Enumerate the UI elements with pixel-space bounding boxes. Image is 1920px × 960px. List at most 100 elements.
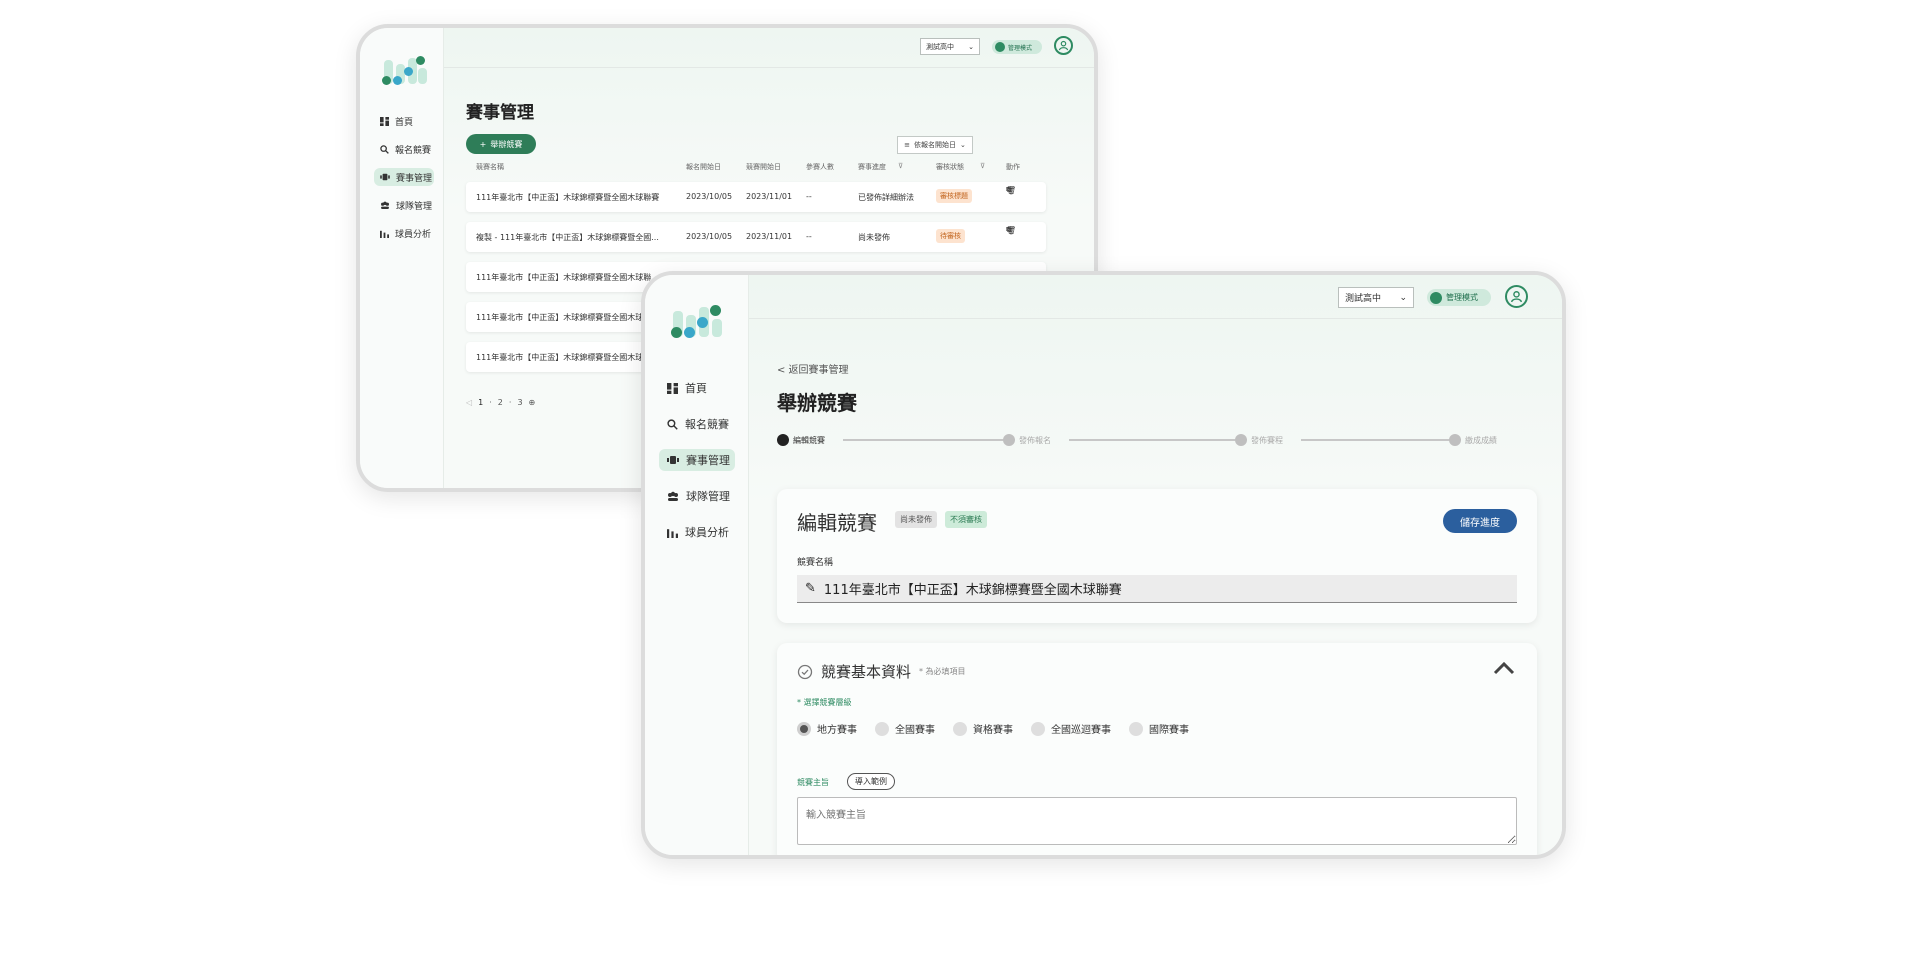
sidebar-item-label: 首頁 (395, 117, 414, 128)
search-icon (380, 144, 389, 154)
page-title: 舉辦競賽 (777, 391, 857, 415)
step-dot (1235, 434, 1247, 446)
radio-national[interactable]: 全國賽事 (875, 721, 935, 736)
competition-name-field[interactable]: ✎ 111年臺北市【中正盃】木球錦標賽暨全國木球聯賽 (797, 575, 1517, 603)
competition-name-value: 111年臺北市【中正盃】木球錦標賽暨全國木球聯賽 (823, 583, 1122, 598)
sidebar-item-label: 球隊管理 (686, 490, 730, 503)
chevron-down-icon: ⌄ (1399, 292, 1407, 303)
dashboard-icon (380, 116, 389, 126)
radio-international[interactable]: 國際賽事 (1129, 721, 1189, 736)
step-dot (1003, 434, 1015, 446)
school-select[interactable]: 測試高中 ⌄ (1338, 287, 1414, 308)
step-connector (1301, 439, 1449, 441)
radio-qualifier[interactable]: 資格賽事 (953, 721, 1013, 736)
page-3[interactable]: 3 (517, 398, 522, 407)
school-select-value: 測試高中 (926, 42, 954, 51)
sidebar-item-home[interactable]: 首頁 (659, 377, 735, 399)
chevron-down-icon: ⌄ (960, 141, 966, 149)
sidebar: 首頁 報名競賽 賽事管理 球隊管理 球員分析 (645, 275, 749, 855)
progress-stepper: 編輯競賽 發佈報名 發佈賽程 繳成成績 (777, 433, 1497, 447)
row-signup: 2023/10/05 (686, 192, 733, 201)
host-input[interactable] (797, 797, 1517, 845)
page-current[interactable]: 1 (478, 398, 483, 407)
required-note: * 為必填項目 (919, 667, 966, 676)
sidebar-item-label: 賽事管理 (396, 173, 433, 184)
avatar[interactable] (1054, 36, 1073, 55)
radio-label: 全國賽事 (895, 725, 935, 736)
table-row[interactable]: 111年臺北市【中正盃】木球錦標賽暨全國木球聯賽 2023/10/05 2023… (466, 182, 1046, 212)
sidebar-item-competition[interactable]: 賽事管理 (659, 449, 735, 471)
edit-competition-card: 編輯競賽 尚未發佈 不須審核 儲存進度 競賽名稱 ✎ 111年臺北市【中正盃】木… (777, 489, 1537, 623)
admin-mode-toggle[interactable]: 管理模式 (1427, 289, 1491, 306)
check-circle-icon (797, 664, 813, 679)
team-icon (380, 201, 390, 209)
page-title: 賽事管理 (466, 103, 534, 123)
toggle-label: 管理模式 (1008, 44, 1033, 52)
next-page-icon[interactable]: ⊕ (529, 398, 536, 407)
app-logo (671, 303, 725, 339)
sidebar-item-register[interactable]: 報名競賽 (374, 140, 434, 158)
name-field-label: 競賽名稱 (797, 558, 834, 568)
sort-icon: ≡ (904, 141, 910, 149)
sidebar-item-home[interactable]: 首頁 (374, 112, 434, 130)
step-dot-active (777, 434, 789, 446)
user-icon (1058, 40, 1069, 51)
team-icon (667, 491, 679, 501)
host-label: 競賽主旨 (797, 778, 829, 787)
school-select-value: 測試高中 (1345, 294, 1382, 304)
radio-circle (797, 721, 811, 736)
top-bar: 測試高中 ⌄ 管理模式 (749, 275, 1562, 319)
table-header: 競賽名稱 報名開始日 競賽開始日 參賽人數 賽事進度 ⊽ 審核狀態 ⊽ 動作 (466, 162, 1020, 178)
admin-mode-toggle[interactable]: 管理模式 (992, 40, 1042, 54)
trophy-icon (380, 173, 390, 181)
toggle-knob (995, 42, 1005, 52)
app-logo (382, 54, 430, 86)
section-header: 競賽基本資料 * 為必填項目 (797, 661, 966, 682)
sidebar-item-team[interactable]: 球隊管理 (659, 485, 735, 507)
avatar[interactable] (1505, 285, 1528, 308)
radio-national-tour[interactable]: 全國巡迴賽事 (1031, 721, 1111, 736)
sidebar-item-label: 球隊管理 (396, 201, 433, 212)
pagination: ◁ 1 · 2 · 3 ⊕ (466, 398, 535, 407)
page-2[interactable]: 2 (498, 398, 503, 407)
school-select[interactable]: 測試高中 ⌄ (920, 38, 980, 55)
filter-icon[interactable]: ⊽ (898, 162, 903, 170)
radio-local[interactable]: 地方賽事 (797, 721, 857, 736)
page-dot: · (508, 398, 512, 407)
host-competition-window: 首頁 報名競賽 賽事管理 球隊管理 球員分析 測試高中 ⌄ 管理模式 < 返回賽… (641, 271, 1566, 859)
step-label: 發佈報名 (1019, 436, 1051, 445)
status-badge: 待審核 (936, 229, 965, 243)
section-title: 競賽基本資料 (821, 663, 912, 681)
table-row[interactable]: 複製 - 111年臺北市【中正盃】木球錦標賽暨全國... 2023/10/05 … (466, 222, 1046, 252)
filter-icon[interactable]: ⊽ (980, 162, 985, 170)
col-signup: 報名開始日 (686, 163, 721, 171)
sidebar-item-competition[interactable]: 賽事管理 (374, 168, 434, 186)
main-content: 測試高中 ⌄ 管理模式 < 返回賽事管理 舉辦競賽 編輯競賽 發佈報名 發佈賽程 (749, 275, 1562, 855)
radio-circle (1129, 721, 1143, 736)
row-name: 111年臺北市【中正盃】木球錦標賽暨全國木球聯賽 (476, 193, 660, 202)
sidebar-item-analysis[interactable]: 球員分析 (374, 224, 434, 242)
add-competition-button[interactable]: + 舉辦競賽 (466, 134, 536, 154)
sidebar-item-register[interactable]: 報名競賽 (659, 413, 735, 435)
chevron-up-icon[interactable] (1493, 661, 1515, 675)
trash-icon[interactable]: 🗑 (1006, 226, 1016, 235)
sidebar-item-analysis[interactable]: 球員分析 (659, 521, 735, 543)
step-label: 繳成成績 (1465, 436, 1497, 445)
trash-icon[interactable]: 🗑 (1006, 186, 1016, 195)
step-connector (843, 439, 1003, 441)
import-example-button[interactable]: 導入範例 (847, 773, 895, 790)
sidebar-item-label: 首頁 (685, 382, 707, 395)
card-title: 編輯競賽 (797, 511, 877, 535)
sort-select[interactable]: ≡ 依報名開始日 ⌄ (897, 136, 973, 154)
trophy-icon (667, 455, 679, 465)
col-actions: 動作 (1006, 163, 1020, 171)
sidebar-item-team[interactable]: 球隊管理 (374, 196, 434, 214)
row-progress: 已發佈詳細辦法 (858, 193, 914, 202)
prev-page-icon[interactable]: ◁ (466, 398, 472, 407)
breadcrumb[interactable]: < 返回賽事管理 (777, 361, 849, 376)
level-radio-group: 地方賽事 全國賽事 資格賽事 全國巡迴賽事 國際賽事 (797, 721, 1189, 736)
basic-info-card: 競賽基本資料 * 為必填項目 * 選擇競賽層級 地方賽事 全國賽事 資格賽事 全… (777, 643, 1537, 855)
plus-icon: + (479, 139, 487, 149)
row-count: -- (806, 232, 812, 241)
save-progress-button[interactable]: 儲存進度 (1443, 509, 1517, 533)
